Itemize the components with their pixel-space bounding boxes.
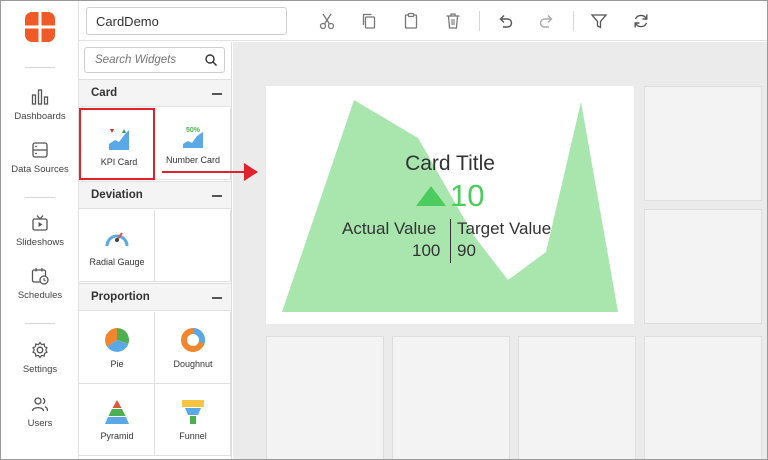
widget-panel: Card KPI Card 50% Number Card Deviation: [79, 42, 232, 459]
top-toolbar: [79, 1, 767, 41]
nav-divider: [25, 67, 55, 68]
nav-label-users: Users: [27, 418, 53, 429]
dashboards-icon: [31, 89, 49, 105]
section-title: Deviation: [91, 189, 143, 201]
nav-dashboards[interactable]: Dashboards: [1, 87, 79, 122]
widget-doughnut[interactable]: Doughnut: [155, 312, 231, 384]
nav-divider: [25, 323, 55, 324]
section-card[interactable]: Card: [79, 79, 231, 107]
widget-pyramid[interactable]: Pyramid: [79, 384, 155, 456]
nav-label-dashboards: Dashboards: [14, 111, 66, 122]
canvas-slot[interactable]: [266, 336, 384, 459]
undo-icon[interactable]: [495, 11, 515, 31]
data-sources-icon: [32, 142, 48, 158]
app-logo-icon: [25, 12, 55, 42]
canvas-slot[interactable]: [644, 209, 762, 324]
nav-label-schedules: Schedules: [17, 290, 63, 301]
paste-icon[interactable]: [401, 11, 421, 31]
slideshows-icon: [32, 215, 48, 231]
widget-kpi-card[interactable]: KPI Card: [79, 108, 155, 180]
target-value-label: Target Value: [457, 219, 552, 238]
nav-slideshows[interactable]: Slideshows: [1, 213, 79, 248]
nav-label-slideshows: Slideshows: [15, 237, 65, 248]
section-title: Proportion: [91, 291, 150, 303]
card-title: Card Title: [405, 152, 495, 175]
section-deviation[interactable]: Deviation: [79, 181, 231, 209]
toolbar-divider: [479, 11, 480, 31]
drag-arrow-icon: [162, 163, 258, 181]
widget-label: Radial Gauge: [89, 257, 145, 267]
doughnut-icon: [181, 327, 206, 352]
dashboard-name-input[interactable]: [86, 7, 287, 35]
kpi-value: 10: [450, 178, 485, 213]
funnel-icon: [182, 400, 204, 424]
pyramid-icon: [105, 400, 129, 424]
delete-icon[interactable]: [443, 11, 463, 31]
kpi-card-widget[interactable]: Card Title 10 Actual Value Target Value …: [266, 86, 634, 324]
design-canvas[interactable]: Card Title 10 Actual Value Target Value …: [233, 42, 767, 459]
schedules-icon: [31, 268, 49, 285]
section-proportion[interactable]: Proportion: [79, 283, 231, 311]
toolbar-divider: [573, 11, 574, 31]
app-window: Dashboards Data Sources Slideshows Sched…: [0, 0, 768, 460]
nav-settings[interactable]: Settings: [1, 340, 79, 375]
widget-search-input[interactable]: [85, 48, 203, 72]
nav-label-settings: Settings: [22, 364, 58, 375]
value-divider: [450, 219, 451, 263]
widget-label: Pie: [110, 359, 124, 369]
redo-icon[interactable]: [537, 11, 557, 31]
widget-label: Funnel: [179, 431, 207, 441]
canvas-slot[interactable]: [644, 336, 762, 459]
nav-users[interactable]: Users: [1, 394, 79, 429]
widget-empty-slot: [155, 210, 231, 282]
widget-radial-gauge[interactable]: Radial Gauge: [79, 210, 155, 282]
canvas-slot[interactable]: [644, 86, 762, 201]
users-icon: [31, 397, 49, 412]
nav-divider: [25, 197, 55, 198]
target-value: 90: [457, 241, 476, 260]
filter-icon[interactable]: [589, 11, 609, 31]
left-navigation: Dashboards Data Sources Slideshows Sched…: [1, 1, 79, 459]
nav-schedules[interactable]: Schedules: [1, 266, 79, 301]
section-title: Card: [91, 87, 118, 99]
refresh-icon[interactable]: [631, 11, 651, 31]
actual-value: 100: [412, 241, 441, 260]
collapse-icon[interactable]: [212, 297, 222, 299]
kpi-card-icon: [109, 129, 129, 150]
widget-search: [84, 47, 225, 73]
widget-label: KPI Card: [100, 157, 138, 167]
widget-label: Doughnut: [173, 359, 213, 369]
number-card-icon: [183, 132, 203, 148]
canvas-slot[interactable]: [392, 336, 510, 459]
collapse-icon[interactable]: [212, 195, 222, 197]
cut-icon[interactable]: [317, 11, 337, 31]
kpi-up-arrow-icon: [416, 186, 446, 206]
pie-icon: [105, 328, 129, 352]
widget-pie[interactable]: Pie: [79, 312, 155, 384]
widget-funnel[interactable]: Funnel: [155, 384, 231, 456]
nav-data-sources[interactable]: Data Sources: [1, 140, 79, 175]
radial-gauge-icon: [105, 232, 129, 247]
search-icon[interactable]: [204, 53, 218, 67]
copy-icon[interactable]: [359, 11, 379, 31]
settings-icon: [32, 341, 48, 359]
widget-label: Pyramid: [100, 431, 134, 441]
canvas-slot[interactable]: [518, 336, 636, 459]
collapse-icon[interactable]: [212, 93, 222, 95]
nav-label-data-sources: Data Sources: [11, 164, 69, 175]
actual-value-label: Actual Value: [342, 219, 437, 238]
